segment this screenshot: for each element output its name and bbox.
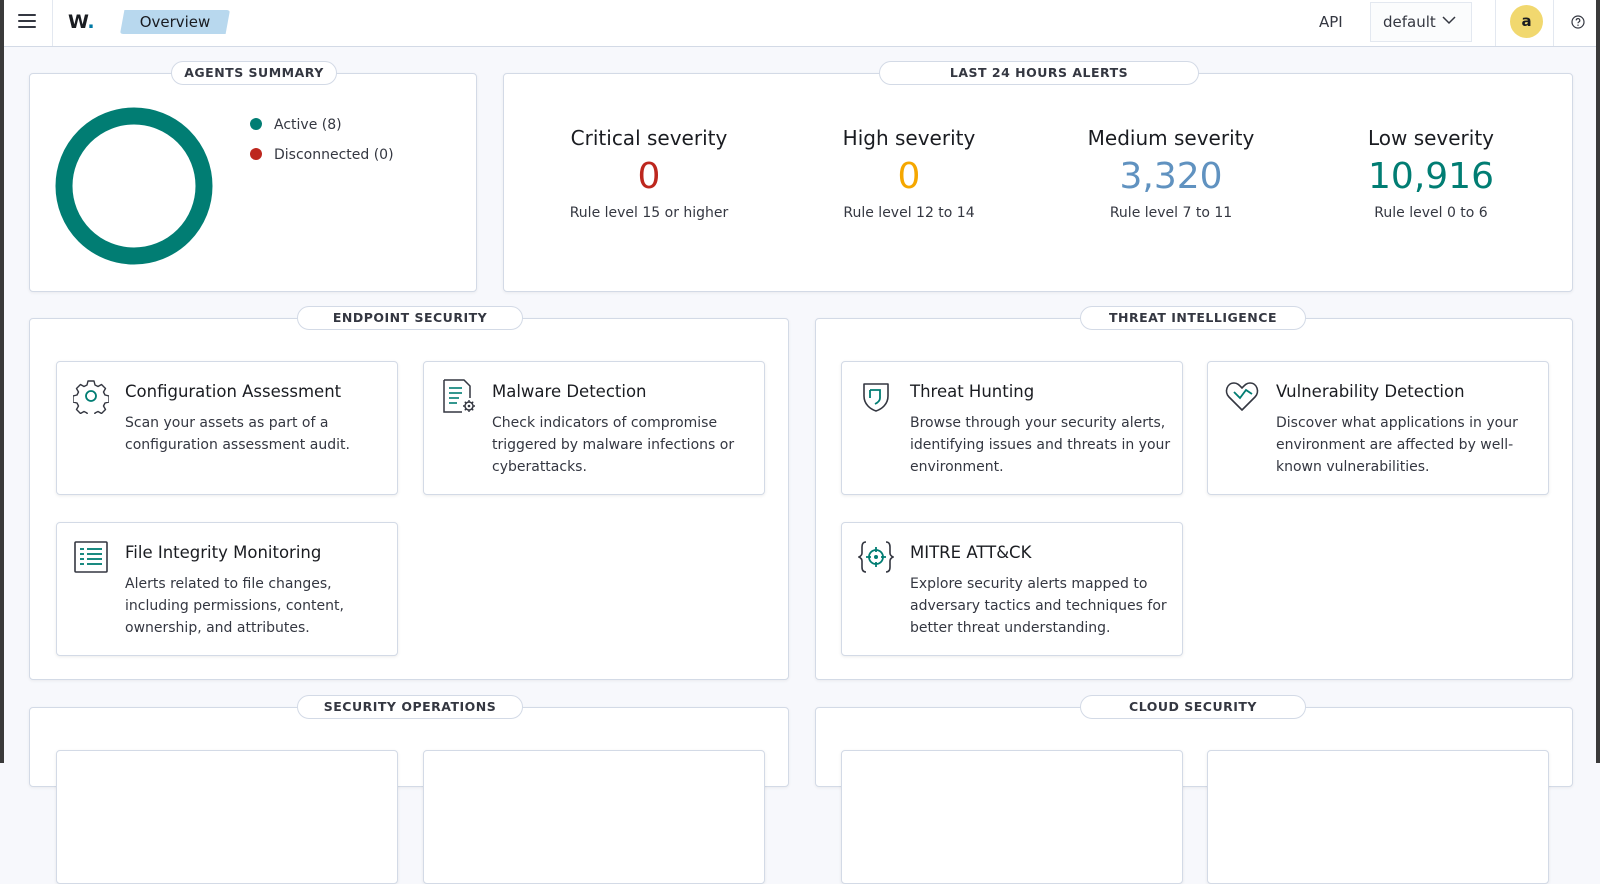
severity-count[interactable]: 0 bbox=[519, 156, 779, 197]
severity-count[interactable]: 3,320 bbox=[1041, 156, 1301, 197]
card-description: Check indicators of compromise triggered… bbox=[492, 415, 735, 475]
target-icon bbox=[858, 541, 894, 573]
card-placeholder[interactable] bbox=[1207, 750, 1549, 884]
legend-label: Disconnected (0) bbox=[274, 147, 394, 163]
severity-desc: Rule level 0 to 6 bbox=[1374, 205, 1488, 221]
header-divider bbox=[1553, 0, 1554, 46]
high-severity[interactable]: High severity 0 Rule level 12 to 14 bbox=[779, 126, 1039, 221]
legend-dot bbox=[250, 148, 262, 160]
window-edge-left bbox=[0, 0, 4, 763]
medium-severity[interactable]: Medium severity 3,320 Rule level 7 to 11 bbox=[1041, 126, 1301, 221]
agents-donut-chart[interactable] bbox=[55, 107, 213, 265]
severity-desc: Rule level 12 to 14 bbox=[843, 205, 975, 221]
panel-title: AGENTS SUMMARY bbox=[171, 61, 337, 85]
threat-intelligence-panel: THREAT INTELLIGENCE Threat Hunting Brows… bbox=[815, 306, 1573, 680]
app-logo[interactable]: W. bbox=[68, 11, 95, 33]
severity-title: Medium severity bbox=[1087, 126, 1255, 150]
chevron-down-icon bbox=[1442, 16, 1456, 25]
logo-dot: . bbox=[87, 11, 95, 33]
severity-title: High severity bbox=[842, 126, 976, 150]
heart-icon bbox=[1225, 382, 1259, 411]
card-mitre-attack[interactable]: MITRE ATT&CK Explore security alerts map… bbox=[841, 522, 1183, 656]
card-title: Configuration Assessment bbox=[125, 382, 342, 401]
alerts-panel: LAST 24 HOURS ALERTS Critical severity 0… bbox=[503, 61, 1573, 292]
card-title: MITRE ATT&CK bbox=[910, 543, 1032, 562]
legend-active[interactable]: Active (8) bbox=[250, 117, 342, 133]
panel-title: ENDPOINT SECURITY bbox=[297, 306, 523, 330]
card-description: Discover what applications in your envir… bbox=[1276, 415, 1518, 475]
card-configuration-assessment[interactable]: Configuration Assessment Scan your asset… bbox=[56, 361, 398, 495]
card-file-integrity-monitoring[interactable]: File Integrity Monitoring Alerts related… bbox=[56, 522, 398, 656]
header-divider bbox=[52, 0, 53, 46]
breadcrumb-overview[interactable]: Overview bbox=[120, 10, 230, 34]
header-divider bbox=[1495, 0, 1496, 46]
legend-dot bbox=[250, 118, 262, 130]
card-description: Explore security alerts mapped to advers… bbox=[910, 576, 1167, 636]
card-title: Vulnerability Detection bbox=[1276, 382, 1465, 401]
document-gear-icon bbox=[443, 379, 475, 413]
legend-label: Active (8) bbox=[274, 117, 342, 133]
card-title: Threat Hunting bbox=[910, 382, 1035, 401]
card-malware-detection[interactable]: Malware Detection Check indicators of co… bbox=[423, 361, 765, 495]
card-placeholder[interactable] bbox=[423, 750, 765, 884]
menu-icon[interactable] bbox=[18, 14, 36, 30]
severity-title: Low severity bbox=[1367, 126, 1495, 150]
legend-disconnected[interactable]: Disconnected (0) bbox=[250, 147, 394, 163]
severity-count[interactable]: 0 bbox=[779, 156, 1039, 197]
card-placeholder[interactable] bbox=[56, 750, 398, 884]
panel-title: SECURITY OPERATIONS bbox=[297, 695, 523, 719]
agents-summary-panel: AGENTS SUMMARY Active (8) Disconnected (… bbox=[29, 61, 477, 292]
donut-active-segment[interactable] bbox=[55, 107, 213, 265]
top-header: W. Overview API default a bbox=[4, 0, 1596, 47]
api-link[interactable]: API bbox=[1319, 13, 1343, 31]
endpoint-security-panel: ENDPOINT SECURITY Configuration Assessme… bbox=[29, 306, 789, 680]
card-description: Scan your assets as part of a configurat… bbox=[125, 415, 350, 453]
card-placeholder[interactable] bbox=[841, 750, 1183, 884]
card-description: Browse through your security alerts, ide… bbox=[910, 415, 1171, 475]
window-edge-right bbox=[1596, 0, 1600, 763]
shield-icon bbox=[863, 383, 889, 412]
severity-title: Critical severity bbox=[570, 126, 728, 150]
critical-severity[interactable]: Critical severity 0 Rule level 15 or hig… bbox=[519, 126, 779, 221]
low-severity[interactable]: Low severity 10,916 Rule level 0 to 6 bbox=[1301, 126, 1561, 221]
severity-count[interactable]: 10,916 bbox=[1301, 156, 1561, 197]
cloud-security-panel: CLOUD SECURITY bbox=[815, 695, 1573, 884]
panel-title: THREAT INTELLIGENCE bbox=[1080, 306, 1306, 330]
security-operations-panel: SECURITY OPERATIONS bbox=[29, 695, 789, 884]
severity-desc: Rule level 7 to 11 bbox=[1109, 205, 1233, 221]
card-description: Alerts related to file changes, includin… bbox=[125, 576, 344, 636]
card-vulnerability-detection[interactable]: Vulnerability Detection Discover what ap… bbox=[1207, 361, 1549, 495]
logo-letter: W bbox=[68, 11, 88, 33]
list-icon bbox=[74, 541, 108, 573]
gear-icon bbox=[73, 380, 109, 414]
card-title: File Integrity Monitoring bbox=[125, 543, 322, 562]
card-threat-hunting[interactable]: Threat Hunting Browse through your secur… bbox=[841, 361, 1183, 495]
help-icon[interactable] bbox=[1571, 15, 1585, 29]
panel-title: CLOUD SECURITY bbox=[1080, 695, 1306, 719]
api-selector[interactable]: default bbox=[1370, 2, 1472, 42]
api-selected-value: default bbox=[1383, 13, 1436, 31]
severity-desc: Rule level 15 or higher bbox=[569, 205, 729, 221]
panel-title: LAST 24 HOURS ALERTS bbox=[879, 61, 1199, 85]
card-title: Malware Detection bbox=[492, 382, 647, 401]
avatar[interactable]: a bbox=[1510, 5, 1543, 38]
